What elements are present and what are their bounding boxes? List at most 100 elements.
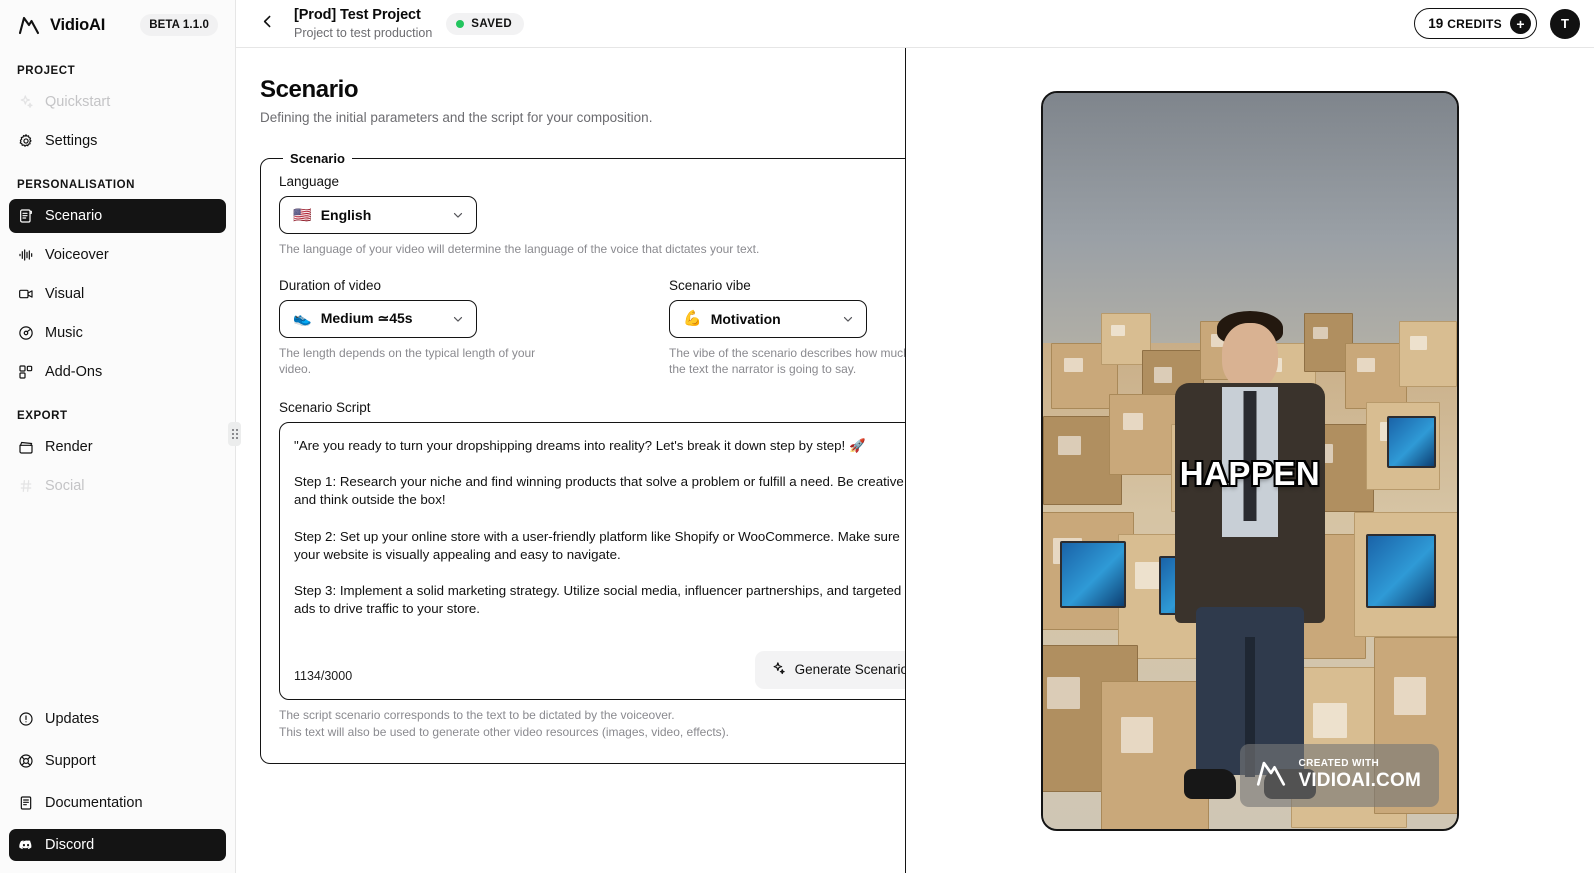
chevron-down-icon bbox=[841, 312, 855, 326]
disc-icon bbox=[18, 325, 34, 341]
sidebar-item-music[interactable]: Music bbox=[9, 316, 226, 350]
sidebar-item-support[interactable]: Support bbox=[9, 745, 226, 777]
script-label: Scenario Script bbox=[279, 399, 371, 415]
watermark-small-text: CREATED WITH bbox=[1298, 757, 1380, 769]
status-label: SAVED bbox=[471, 17, 513, 30]
mountain-logo-icon bbox=[17, 13, 41, 37]
document-icon bbox=[18, 795, 34, 811]
chevron-down-icon bbox=[451, 312, 465, 326]
sidebar-item-label: Music bbox=[45, 325, 83, 341]
credits-label: CREDITS bbox=[1447, 16, 1502, 31]
language-hint: The language of your video will determin… bbox=[279, 242, 760, 256]
script-footer: 1134/3000 Generate Scenario bbox=[294, 650, 906, 689]
vibe-label: Scenario vibe bbox=[669, 277, 751, 293]
hash-icon bbox=[18, 478, 34, 494]
duration-vibe-row: Duration of video 👟 Medium ≃45s The leng… bbox=[279, 277, 906, 378]
sidebar-resize-handle[interactable] bbox=[228, 422, 241, 446]
video-camera-icon bbox=[18, 286, 34, 302]
sidebar-item-voiceover[interactable]: Voiceover bbox=[9, 238, 226, 272]
sidebar: VidioAI BETA 1.1.0 PROJECT Quickstart Se… bbox=[0, 0, 241, 873]
discord-icon bbox=[18, 837, 34, 853]
body-split: Scenario Defining the initial parameters… bbox=[236, 48, 1594, 873]
sidebar-bottom-nav: Updates Support Documentation Discord bbox=[9, 703, 226, 873]
sidebar-item-label: Render bbox=[45, 439, 93, 455]
sidebar-item-scenario[interactable]: Scenario bbox=[9, 199, 226, 233]
sidebar-item-updates[interactable]: Updates bbox=[9, 703, 226, 735]
topbar: [Prod] Test Project Project to test prod… bbox=[236, 0, 1594, 48]
language-select[interactable]: 🇺🇸 English bbox=[279, 196, 477, 234]
script-hint-line2: This text will also be used to generate … bbox=[279, 725, 730, 740]
sidebar-item-label: Social bbox=[45, 478, 85, 494]
vibe-hint: The vibe of the scenario describes how m… bbox=[669, 345, 906, 377]
brand-name: VidioAI bbox=[50, 15, 106, 34]
alert-circle-icon bbox=[18, 711, 34, 727]
watermark-big-text: VIDIOAI.COM bbox=[1298, 770, 1421, 792]
add-credits-icon[interactable]: + bbox=[1510, 13, 1531, 34]
sidebar-item-add-ons[interactable]: Add-Ons bbox=[9, 355, 226, 389]
duration-label: Duration of video bbox=[279, 277, 382, 293]
avatar[interactable]: T bbox=[1550, 8, 1580, 39]
waveform-icon bbox=[18, 247, 34, 263]
sidebar-section-project-title: PROJECT bbox=[17, 65, 76, 77]
sparkles-icon bbox=[18, 94, 34, 110]
character-counter: 1134/3000 bbox=[294, 668, 353, 683]
scenario-editor-pane: Scenario Defining the initial parameters… bbox=[236, 48, 906, 873]
beta-badge: BETA 1.1.0 bbox=[140, 14, 218, 36]
credits-count: 19 bbox=[1428, 16, 1444, 31]
generate-scenario-button[interactable]: Generate Scenario bbox=[754, 650, 906, 689]
sidebar-item-label: Updates bbox=[45, 711, 100, 727]
sidebar-item-discord[interactable]: Discord bbox=[9, 829, 226, 861]
script-textarea[interactable]: "Are you ready to turn your dropshipping… bbox=[279, 421, 906, 700]
back-button[interactable] bbox=[254, 11, 280, 37]
chevron-down-icon bbox=[451, 208, 465, 222]
sidebar-section-personalisation-title: PERSONALISATION bbox=[17, 179, 135, 191]
sidebar-item-label: Scenario bbox=[45, 208, 103, 224]
sidebar-item-visual[interactable]: Visual bbox=[9, 277, 226, 311]
generate-scenario-label: Generate Scenario bbox=[794, 662, 906, 678]
blocks-icon bbox=[18, 364, 34, 380]
language-label: Language bbox=[279, 174, 340, 189]
sidebar-section-export-title: EXPORT bbox=[17, 410, 68, 422]
page-title: Scenario bbox=[260, 76, 359, 103]
sidebar-item-social[interactable]: Social bbox=[9, 469, 226, 503]
page-subtitle: Defining the initial parameters and the … bbox=[260, 110, 653, 125]
clapperboard-icon bbox=[18, 439, 34, 455]
topbar-right: 19 CREDITS + T bbox=[1414, 8, 1580, 39]
flexed-biceps-icon: 💪 bbox=[683, 310, 702, 328]
sidebar-item-label: Discord bbox=[45, 837, 95, 853]
status-dot-icon bbox=[456, 19, 465, 28]
project-subtitle: Project to test production bbox=[294, 25, 433, 40]
scenario-card-legend: Scenario bbox=[290, 151, 345, 166]
project-info: [Prod] Test Project Project to test prod… bbox=[294, 7, 432, 39]
watermark: CREATED WITH VIDIOAI.COM bbox=[1240, 743, 1439, 807]
status-badge: SAVED bbox=[446, 12, 525, 35]
vibe-field: Scenario vibe 💪 Motivation The vibe of t… bbox=[669, 277, 906, 378]
vibe-value: Motivation bbox=[710, 310, 781, 327]
watermark-texts: CREATED WITH VIDIOAI.COM bbox=[1298, 757, 1421, 792]
script-hint-line1: The script scenario corresponds to the t… bbox=[279, 707, 675, 722]
preview-pane: HAPPEN CREATED WITH VIDIOAI.COM bbox=[906, 48, 1594, 873]
project-title: [Prod] Test Project bbox=[294, 7, 421, 24]
vibe-select[interactable]: 💪 Motivation bbox=[669, 299, 867, 338]
credits-button[interactable]: 19 CREDITS + bbox=[1414, 8, 1537, 39]
language-field: Language 🇺🇸 English The language of your… bbox=[279, 174, 905, 258]
duration-hint: The length depends on the typical length… bbox=[279, 345, 536, 377]
sidebar-item-settings[interactable]: Settings bbox=[9, 124, 226, 158]
sidebar-item-label: Support bbox=[45, 753, 96, 769]
app-root: VidioAI BETA 1.1.0 PROJECT Quickstart Se… bbox=[0, 0, 1594, 873]
shoe-icon: 👟 bbox=[293, 310, 312, 328]
duration-value: Medium ≃45s bbox=[320, 310, 413, 327]
mountain-logo-icon bbox=[1254, 756, 1288, 795]
script-field: Scenario Script "Are you ready to turn y… bbox=[279, 399, 906, 741]
sidebar-item-render[interactable]: Render bbox=[9, 430, 226, 464]
brand-row: VidioAI BETA 1.1.0 bbox=[9, 1, 226, 49]
lifebuoy-icon bbox=[18, 753, 34, 769]
sidebar-item-label: Voiceover bbox=[45, 247, 109, 263]
sidebar-item-documentation[interactable]: Documentation bbox=[9, 787, 226, 819]
sidebar-item-label: Documentation bbox=[45, 795, 143, 811]
duration-select[interactable]: 👟 Medium ≃45s bbox=[279, 299, 477, 338]
video-preview[interactable]: HAPPEN CREATED WITH VIDIOAI.COM bbox=[1041, 90, 1459, 831]
sidebar-item-quickstart[interactable]: Quickstart bbox=[9, 85, 226, 119]
language-value: English bbox=[320, 207, 372, 223]
